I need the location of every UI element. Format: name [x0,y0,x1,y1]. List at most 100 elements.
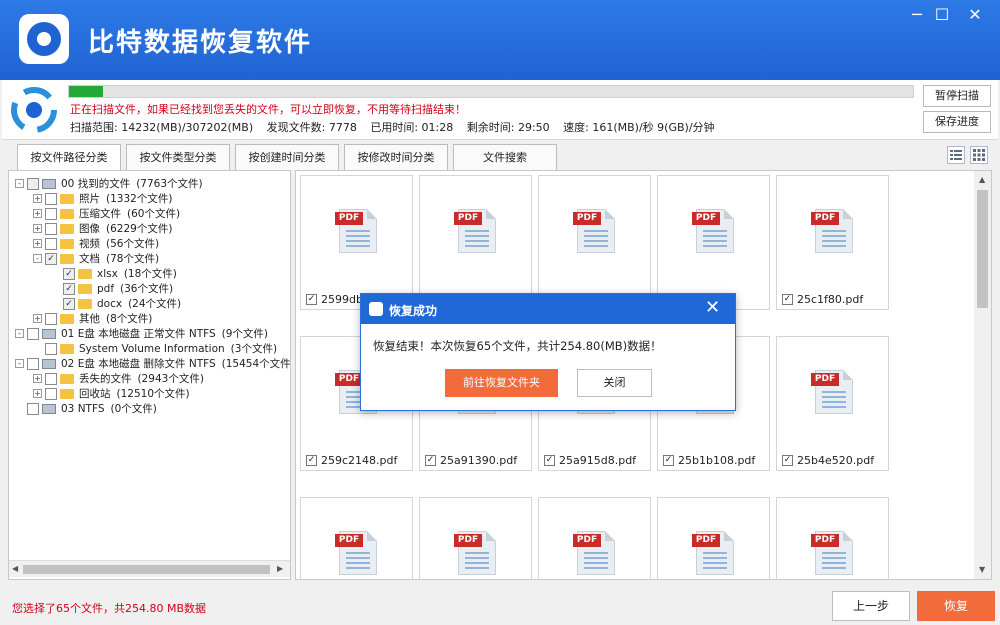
grid-view-icon[interactable] [970,146,988,164]
file-checkbox[interactable]: ✓ [425,455,436,466]
tree-checkbox[interactable] [45,207,57,220]
file-tile[interactable]: PDF [776,497,889,579]
tree-scroll-thumb[interactable] [23,565,270,574]
tree-node[interactable]: System Volume Information (3个文件) [33,341,277,356]
close-window-button[interactable]: ✕ [964,6,986,24]
expand-icon[interactable]: + [33,224,42,233]
tree-node-label: xlsx [97,267,118,280]
tree-node[interactable]: - 02 E盘 本地磁盘 删除文件 NTFS (15454个文件) [15,356,291,371]
scroll-right-icon[interactable]: ▶ [277,564,283,573]
expand-icon[interactable]: + [33,314,42,323]
tree-checkbox[interactable] [45,342,57,355]
pause-scan-button[interactable]: 暂停扫描 [923,85,991,107]
expand-icon[interactable]: + [33,209,42,218]
tree-node-count: (2943个文件) [137,373,204,385]
pdf-badge: PDF [692,212,720,225]
grid-vertical-scrollbar[interactable]: ▲ ▼ [974,171,991,579]
expand-icon[interactable]: + [33,389,42,398]
collapse-icon[interactable]: - [15,329,24,338]
folder-icon [60,238,74,249]
tree-checkbox[interactable]: ✓ [63,297,75,310]
file-tile[interactable]: PDF [657,497,770,579]
tree-node[interactable]: - ✓ 文档 (78个文件) [33,251,159,266]
tree-node[interactable]: + 压缩文件 (60个文件) [33,206,180,221]
collapse-icon[interactable]: - [15,359,24,368]
grid-scroll-thumb[interactable] [977,190,988,308]
file-tile[interactable]: PDF [300,497,413,579]
tree-node-count: (15454个文件) [221,358,291,370]
file-checkbox[interactable]: ✓ [782,294,793,305]
tree-checkbox[interactable] [45,237,57,250]
tab-by-created-time[interactable]: 按创建时间分类 [235,144,339,170]
tree-checkbox[interactable]: ✓ [45,252,57,265]
tree-node[interactable]: + 视频 (56个文件) [33,236,159,251]
expand-icon[interactable]: + [33,374,42,383]
file-checkbox[interactable]: ✓ [306,455,317,466]
tree-node[interactable]: ✓ xlsx (18个文件) [51,266,177,281]
expand-icon[interactable]: + [33,194,42,203]
tree-node-label: docx [97,297,123,310]
file-name: 25b1b108.pdf [678,454,756,467]
tree-node[interactable]: + 照片 (1332个文件) [33,191,172,206]
scroll-up-icon[interactable]: ▲ [979,175,985,184]
minimize-button[interactable]: ─ [906,6,928,24]
file-checkbox[interactable]: ✓ [782,455,793,466]
tree-checkbox[interactable] [45,222,57,235]
file-tile[interactable]: PDF✓f [657,175,770,310]
tree-checkbox[interactable] [27,327,39,340]
tree-node[interactable]: 03 NTFS (0个文件) [15,401,157,416]
tree-checkbox[interactable] [27,357,39,370]
tree-horizontal-scrollbar[interactable]: ◀ ▶ [9,560,290,577]
tab-file-search[interactable]: 文件搜索 [453,144,557,170]
tree-node[interactable]: + 其他 (8个文件) [33,311,152,326]
collapse-icon[interactable]: - [15,179,24,188]
expand-icon[interactable]: + [33,239,42,248]
file-name: 259c2148.pdf [321,454,398,467]
tab-by-modified-time[interactable]: 按修改时间分类 [344,144,448,170]
tree-node[interactable]: - 00 找到的文件 (7763个文件) [15,176,203,191]
file-tile[interactable]: PDF✓ [419,175,532,310]
tree-node[interactable]: + 回收站 (12510个文件) [33,386,190,401]
tree-node[interactable]: - 01 E盘 本地磁盘 正常文件 NTFS (9个文件) [15,326,268,341]
file-tile[interactable]: PDF ✓ 2599db7 [300,175,413,310]
file-tile[interactable]: PDF [538,497,651,579]
tree-checkbox[interactable] [45,312,57,325]
tab-by-path[interactable]: 按文件路径分类 [17,144,121,171]
list-view-icon[interactable] [947,146,965,164]
tree-node[interactable]: ✓ pdf (36个文件) [51,281,173,296]
file-checkbox[interactable]: ✓ [544,455,555,466]
tree-checkbox[interactable] [45,372,57,385]
folder-icon [60,388,74,399]
collapse-icon[interactable]: - [33,254,42,263]
tree-checkbox[interactable]: ✓ [63,267,75,280]
disk-icon [42,403,56,414]
tree-node[interactable]: ✓ docx (24个文件) [51,296,181,311]
file-checkbox[interactable]: ✓ [663,455,674,466]
file-tile[interactable]: PDF ✓ 25b4e520.pdf [776,336,889,471]
file-tile[interactable]: PDF ✓ 25c1f80.pdf [776,175,889,310]
scroll-down-icon[interactable]: ▼ [979,565,985,574]
tab-by-type[interactable]: 按文件类型分类 [126,144,230,170]
open-recovery-folder-button[interactable]: 前往恢复文件夹 [445,369,558,397]
file-checkbox[interactable]: ✓ [306,294,317,305]
tree-checkbox[interactable] [45,387,57,400]
previous-step-button[interactable]: 上一步 [832,591,910,621]
tree-node-count: (9个文件) [221,328,269,340]
tree-checkbox[interactable] [45,192,57,205]
recover-button[interactable]: 恢复 [917,591,995,621]
tree-node[interactable]: + 丢失的文件 (2943个文件) [33,371,204,386]
tree-node[interactable]: + 图像 (6229个文件) [33,221,172,236]
tree-checkbox[interactable] [27,177,39,190]
tree-node-count: (12510个文件) [116,388,190,400]
maximize-button[interactable]: ☐ [931,6,953,24]
dialog-close-button[interactable]: 关闭 [577,369,652,397]
save-progress-button[interactable]: 保存进度 [923,111,991,133]
scroll-left-icon[interactable]: ◀ [12,564,18,573]
folder-icon [60,208,74,219]
dialog-close-icon[interactable]: ✕ [705,297,720,318]
tree-checkbox[interactable]: ✓ [63,282,75,295]
file-tile[interactable]: PDF✓ [538,175,651,310]
file-tile[interactable]: PDF [419,497,532,579]
elapsed-time-text: 已用时间: 01:28 [370,121,454,134]
tree-checkbox[interactable] [27,402,39,415]
